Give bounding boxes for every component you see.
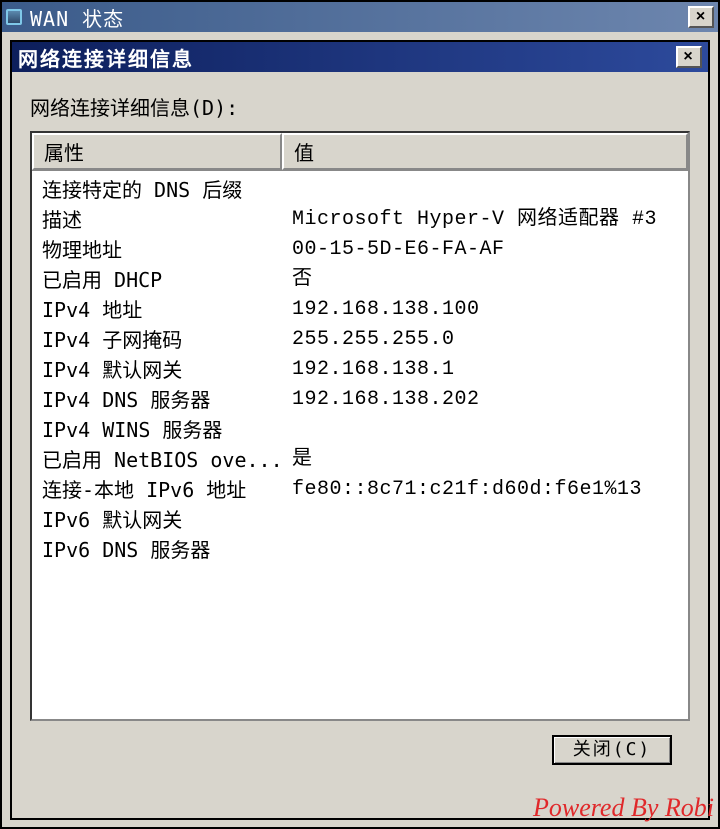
table-row[interactable]: 已启用 DHCP否	[42, 265, 688, 295]
table-body: 连接特定的 DNS 后缀描述Microsoft Hyper-V 网络适配器 #3…	[32, 171, 688, 569]
value-cell: 192.168.138.202	[292, 385, 688, 415]
table-row[interactable]: 连接-本地 IPv6 地址fe80::8c71:c21f:d60d:f6e1%1…	[42, 475, 688, 505]
property-cell: 已启用 DHCP	[42, 265, 292, 295]
inner-titlebar: 网络连接详细信息 ×	[12, 42, 708, 72]
close-button[interactable]: 关闭(C)	[552, 735, 672, 765]
inner-window-title: 网络连接详细信息	[18, 43, 194, 72]
network-status-icon	[6, 9, 22, 25]
value-cell: 否	[292, 265, 688, 295]
table-row[interactable]: IPv6 默认网关	[42, 505, 688, 535]
property-cell: IPv4 地址	[42, 295, 292, 325]
property-cell: 连接-本地 IPv6 地址	[42, 475, 292, 505]
property-cell: IPv4 子网掩码	[42, 325, 292, 355]
table-row[interactable]: IPv4 WINS 服务器	[42, 415, 688, 445]
table-header: 属性 值	[32, 133, 688, 171]
inner-window: 网络连接详细信息 × 网络连接详细信息(D): 属性 值 连接特定的 DNS 后…	[10, 40, 710, 820]
value-cell	[292, 415, 688, 445]
table-row[interactable]: IPv4 子网掩码255.255.255.0	[42, 325, 688, 355]
value-cell	[292, 175, 688, 205]
outer-close-button[interactable]: ×	[688, 6, 714, 28]
property-cell: IPv6 默认网关	[42, 505, 292, 535]
column-header-property[interactable]: 属性	[32, 133, 282, 170]
table-row[interactable]: IPv4 地址192.168.138.100	[42, 295, 688, 325]
value-cell: 192.168.138.100	[292, 295, 688, 325]
table-row[interactable]: 描述Microsoft Hyper-V 网络适配器 #3	[42, 205, 688, 235]
table-row[interactable]: 已启用 NetBIOS ove...是	[42, 445, 688, 475]
property-cell: IPv6 DNS 服务器	[42, 535, 292, 565]
outer-titlebar: WAN 状态 ×	[2, 2, 718, 32]
value-cell: 192.168.138.1	[292, 355, 688, 385]
property-cell: 连接特定的 DNS 后缀	[42, 175, 292, 205]
property-cell: 已启用 NetBIOS ove...	[42, 445, 292, 475]
table-row[interactable]: IPv4 DNS 服务器192.168.138.202	[42, 385, 688, 415]
value-cell: 是	[292, 445, 688, 475]
outer-window: WAN 状态 × 网络连接详细信息 × 网络连接详细信息(D): 属性 值 连接…	[0, 0, 720, 829]
column-header-value[interactable]: 值	[282, 133, 688, 170]
property-cell: IPv4 DNS 服务器	[42, 385, 292, 415]
table-row[interactable]: IPv4 默认网关192.168.138.1	[42, 355, 688, 385]
value-cell	[292, 505, 688, 535]
inner-close-button[interactable]: ×	[676, 46, 702, 68]
property-cell: 物理地址	[42, 235, 292, 265]
table-row[interactable]: 连接特定的 DNS 后缀	[42, 175, 688, 205]
content-area: 网络连接详细信息(D): 属性 值 连接特定的 DNS 后缀描述Microsof…	[12, 72, 708, 775]
value-cell: fe80::8c71:c21f:d60d:f6e1%13	[292, 475, 688, 505]
value-cell: 00-15-5D-E6-FA-AF	[292, 235, 688, 265]
button-row: 关闭(C)	[30, 721, 690, 765]
table-row[interactable]: IPv6 DNS 服务器	[42, 535, 688, 565]
value-cell: Microsoft Hyper-V 网络适配器 #3	[292, 205, 688, 235]
table-row[interactable]: 物理地址00-15-5D-E6-FA-AF	[42, 235, 688, 265]
outer-window-title: WAN 状态	[30, 3, 124, 32]
value-cell: 255.255.255.0	[292, 325, 688, 355]
value-cell	[292, 535, 688, 565]
property-cell: IPv4 WINS 服务器	[42, 415, 292, 445]
details-table: 属性 值 连接特定的 DNS 后缀描述Microsoft Hyper-V 网络适…	[30, 131, 690, 721]
section-label: 网络连接详细信息(D):	[30, 92, 690, 121]
property-cell: 描述	[42, 205, 292, 235]
property-cell: IPv4 默认网关	[42, 355, 292, 385]
